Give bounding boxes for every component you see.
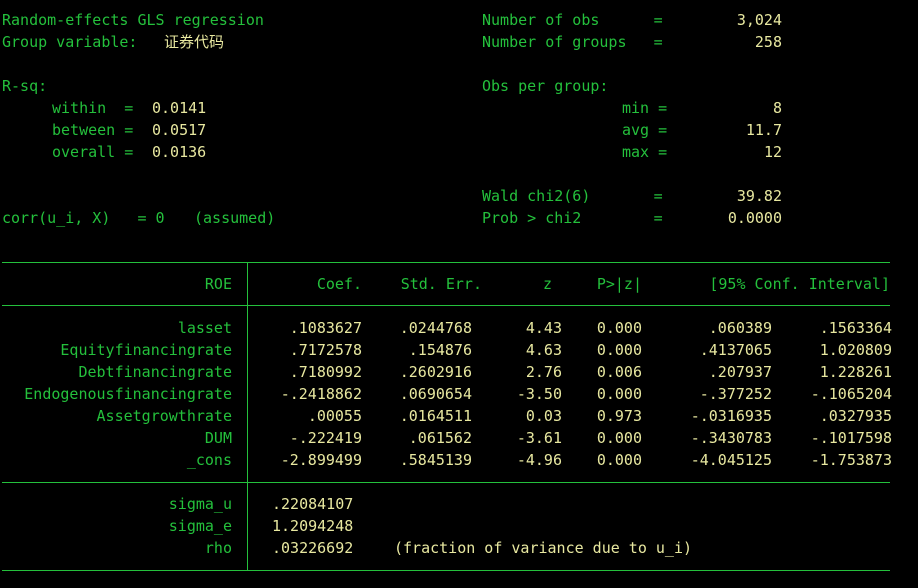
table-bottom-rule [2,570,890,571]
row-conf-high: 1.020809 [819,341,892,359]
obs-max-label: max = [622,143,668,161]
rho-label: rho [204,539,232,557]
table-top-rule [2,262,890,263]
col-conf-interval: [95% Conf. Interval] [709,275,890,293]
col-z: z [542,275,552,293]
rho-value: .03226692 [272,539,354,557]
corr-label: corr(u_i, X) = 0 [2,209,165,227]
row-pvalue: 0.000 [596,341,642,359]
row-coef: .7172578 [289,341,362,359]
row-z: 4.63 [525,341,562,359]
row-variable-name: Endogenousfinancingrate [24,385,232,403]
rsq-within-label: within = [52,99,134,117]
rsq-between-label: between = [52,121,134,139]
row-conf-low: -.3430783 [690,429,772,447]
row-coef: -2.899499 [280,451,362,469]
row-stderr: .0690654 [399,385,472,403]
row-pvalue: 0.000 [596,319,642,337]
prob-label: Prob > chi2 = [482,209,663,227]
prob-value: 0.0000 [727,209,782,227]
row-variable-name: _cons [186,451,232,469]
row-coef: -.2418862 [280,385,362,403]
row-stderr: .0244768 [399,319,472,337]
group-variable-label: Group variable: [2,33,138,51]
row-conf-low: -.377252 [699,385,772,403]
num-groups-label: Number of groups = [482,33,663,51]
row-coef: -.222419 [289,429,362,447]
obs-avg-label: avg = [622,121,668,139]
num-obs-value: 3,024 [736,11,782,29]
row-conf-high: -.1065204 [810,385,892,403]
row-stderr: .061562 [408,429,472,447]
row-z: 2.76 [525,363,562,381]
sigma-e-label: sigma_e [168,517,232,535]
row-variable-name: lasset [177,319,232,337]
group-variable-value: 证券代码 [164,33,225,51]
row-z: -3.61 [516,429,562,447]
row-coef: .00055 [307,407,362,425]
sigma-u-label: sigma_u [168,495,232,513]
row-variable-name: Debtfinancingrate [78,363,232,381]
row-variable-name: DUM [204,429,232,447]
corr-note: (assumed) [194,209,276,227]
row-coef: .7180992 [289,363,362,381]
obs-max-value: 12 [763,143,782,161]
row-variable-name: Equityfinancingrate [60,341,232,359]
num-groups-value: 258 [754,33,782,51]
row-stderr: .5845139 [399,451,472,469]
sigma-u-value: .22084107 [272,495,354,513]
row-conf-high: -1.753873 [810,451,892,469]
sigma-e-value: 1.2094248 [272,517,354,535]
row-stderr: .2602916 [399,363,472,381]
row-stderr: .154876 [408,341,472,359]
col-stderr: Std. Err. [400,275,482,293]
row-pvalue: 0.000 [596,429,642,447]
row-variable-name: Assetgrowthrate [96,407,232,425]
row-conf-high: .1563364 [819,319,892,337]
row-stderr: .0164511 [399,407,472,425]
obs-per-group-label: Obs per group: [482,77,609,95]
obs-avg-value: 11.7 [745,121,782,139]
row-pvalue: 0.006 [596,363,642,381]
row-conf-low: -4.045125 [690,451,772,469]
table-vertical-rule [247,262,248,570]
rsq-within-value: 0.0141 [152,99,207,117]
wald-value: 39.82 [736,187,782,205]
table-body-rule [2,482,890,483]
row-conf-low: .060389 [708,319,772,337]
obs-min-label: min = [622,99,668,117]
num-obs-label: Number of obs = [482,11,663,29]
row-pvalue: 0.000 [596,451,642,469]
row-conf-low: .4137065 [699,341,772,359]
rsq-overall-value: 0.0136 [152,143,207,161]
row-pvalue: 0.973 [596,407,642,425]
row-z: 4.43 [525,319,562,337]
wald-label: Wald chi2(6) = [482,187,663,205]
row-conf-high: -.1017598 [810,429,892,447]
obs-min-value: 8 [772,99,782,117]
col-pvalue: P>|z| [596,275,642,293]
row-pvalue: 0.000 [596,385,642,403]
rsq-overall-label: overall = [52,143,134,161]
row-conf-high: 1.228261 [819,363,892,381]
rho-note: (fraction of variance due to u_i) [394,539,693,557]
row-z: -3.50 [516,385,562,403]
row-conf-low: .207937 [708,363,772,381]
regression-title: Random-effects GLS regression [2,11,264,29]
row-conf-low: -.0316935 [690,407,772,425]
row-z: -4.96 [516,451,562,469]
rsq-between-value: 0.0517 [152,121,207,139]
row-coef: .1083627 [289,319,362,337]
col-coef: Coef. [316,275,362,293]
table-header-rule [2,305,890,306]
depvar-label: ROE [204,275,232,293]
row-conf-high: .0327935 [819,407,892,425]
rsq-label: R-sq: [2,77,48,95]
row-z: 0.03 [525,407,562,425]
